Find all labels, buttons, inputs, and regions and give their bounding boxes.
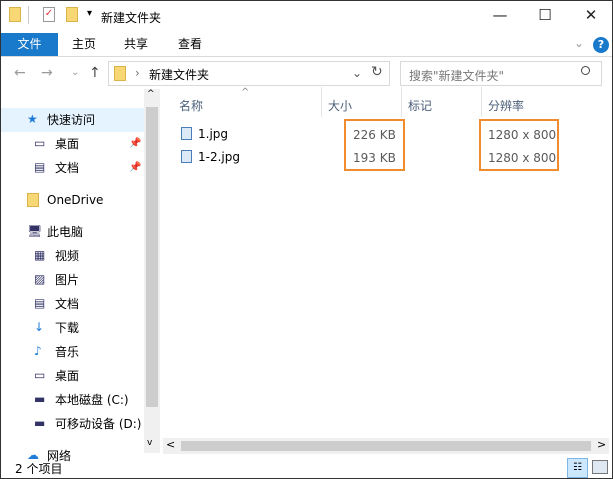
- document-icon: ▤: [34, 160, 46, 174]
- help-icon[interactable]: ?: [593, 37, 609, 53]
- folder-icon: [27, 193, 39, 207]
- tab-share[interactable]: 共享: [110, 33, 162, 56]
- back-button[interactable]: ←: [14, 65, 26, 81]
- maximize-button[interactable]: ☐: [522, 1, 568, 31]
- expand-ribbon-icon[interactable]: ⌄: [574, 36, 584, 50]
- up-button[interactable]: ↑: [89, 65, 101, 81]
- recent-locations-button[interactable]: ⌄: [71, 67, 79, 78]
- folder-icon: [9, 7, 21, 25]
- tab-view[interactable]: 查看: [164, 33, 216, 56]
- document-icon: ▤: [34, 296, 46, 310]
- window-title: 新建文件夹: [101, 11, 162, 25]
- video-icon: ▦: [34, 248, 46, 262]
- sidebar-item[interactable]: ▤ 文档 📌: [1, 156, 144, 180]
- image-file-icon: [181, 150, 192, 163]
- close-button[interactable]: ✕: [568, 1, 613, 31]
- scroll-down-icon[interactable]: v: [147, 438, 152, 448]
- picture-icon: ▨: [34, 272, 46, 286]
- file-name-cell: 1-2.jpg: [181, 150, 240, 164]
- scroll-right-icon[interactable]: >: [597, 438, 606, 451]
- tab-home[interactable]: 主页: [58, 33, 110, 56]
- sidebar-item-label: OneDrive: [47, 193, 104, 207]
- divider: [1, 56, 612, 57]
- details-view-button[interactable]: ☷: [567, 458, 588, 478]
- sidebar-item-label: 桌面: [55, 137, 80, 151]
- drive-icon: ▬: [34, 392, 46, 406]
- pin-icon[interactable]: 📌: [129, 156, 141, 180]
- item-count: 2 个项目: [15, 462, 63, 476]
- column-header-resolution[interactable]: 分辨率: [488, 97, 524, 114]
- drive-icon: ▬: [34, 416, 46, 430]
- sidebar-item-label: 可移动设备 (D:): [55, 417, 142, 431]
- divider: [28, 6, 29, 24]
- tab-file[interactable]: 文件: [1, 33, 58, 56]
- desktop-icon: ▭: [34, 136, 46, 150]
- sidebar-item[interactable]: ↓ 下载: [1, 316, 144, 340]
- search-input[interactable]: 搜索"新建文件夹": [400, 61, 602, 86]
- sidebar-item[interactable]: 🖥 此电脑: [1, 220, 144, 244]
- file-name-cell: 1.jpg: [181, 127, 228, 141]
- download-icon: ↓: [34, 320, 45, 334]
- sidebar-item-label: 快速访问: [47, 113, 96, 127]
- star-icon: ★: [27, 112, 38, 126]
- breadcrumb-item[interactable]: 新建文件夹: [149, 66, 209, 83]
- sidebar-item[interactable]: ▨ 图片: [1, 268, 144, 292]
- sidebar-item-label: 桌面: [55, 369, 80, 383]
- scrollbar-thumb[interactable]: [146, 107, 158, 407]
- address-dropdown[interactable]: ⌄: [352, 66, 362, 80]
- music-icon: ♪: [34, 344, 42, 358]
- sidebar-item[interactable]: ▭ 桌面 📌: [1, 132, 144, 156]
- highlight-box-resolution: [479, 119, 559, 171]
- column-header-name[interactable]: 名称: [179, 97, 203, 114]
- forward-button[interactable]: →: [41, 65, 53, 81]
- sidebar-item[interactable]: ▤ 文档: [1, 292, 144, 316]
- folder-icon: [114, 66, 126, 81]
- sidebar-item-label: 本地磁盘 (C:): [55, 393, 129, 407]
- nav-scrollbar[interactable]: ^ v: [144, 89, 160, 453]
- address-bar[interactable]: › 新建文件夹 ⌄ ↻: [108, 61, 390, 86]
- customize-toolbar-icon[interactable]: ▾: [87, 8, 92, 19]
- sidebar-item[interactable]: ▬ 可移动设备 (D:): [1, 412, 144, 436]
- breadcrumb-separator[interactable]: ›: [135, 66, 140, 80]
- refresh-button[interactable]: ↻: [371, 64, 383, 80]
- image-file-icon: [181, 127, 192, 140]
- divider: [401, 87, 402, 117]
- properties-icon[interactable]: ✓: [43, 7, 55, 22]
- column-header-tags[interactable]: 标记: [408, 97, 432, 114]
- sidebar-item-label: 图片: [55, 273, 80, 287]
- sidebar-item-label: 文档: [55, 297, 80, 311]
- search-icon[interactable]: [581, 66, 590, 75]
- scroll-up-icon[interactable]: ^: [147, 89, 155, 99]
- highlight-box-size: [344, 119, 405, 171]
- sidebar-item-label: 下载: [55, 321, 80, 335]
- sidebar-item[interactable]: OneDrive: [1, 188, 144, 212]
- desktop-icon: ▭: [34, 368, 46, 382]
- divider: [481, 87, 482, 117]
- sidebar-item-label: 视频: [55, 249, 80, 263]
- file-name: 1-2.jpg: [198, 150, 240, 164]
- large-icons-view-button[interactable]: [592, 460, 608, 474]
- divider: [321, 87, 322, 117]
- sidebar-item[interactable]: ★ 快速访问: [1, 108, 144, 132]
- minimize-button[interactable]: —: [477, 1, 523, 31]
- sidebar-item-label: 音乐: [55, 345, 80, 359]
- sidebar-item[interactable]: ▭ 桌面: [1, 364, 144, 388]
- new-folder-icon[interactable]: [66, 7, 78, 25]
- sidebar-item[interactable]: ♪ 音乐: [1, 340, 144, 364]
- column-header-size[interactable]: 大小: [328, 97, 352, 114]
- sidebar-item-label: 此电脑: [47, 225, 84, 239]
- sort-arrow-icon: ^: [241, 87, 250, 98]
- scrollbar-thumb[interactable]: [181, 441, 591, 451]
- sidebar-item[interactable]: ▦ 视频: [1, 244, 144, 268]
- file-name: 1.jpg: [198, 127, 229, 141]
- computer-icon: 🖥: [27, 224, 43, 238]
- scroll-left-icon[interactable]: <: [166, 438, 175, 451]
- pin-icon[interactable]: 📌: [129, 132, 141, 156]
- horizontal-scrollbar[interactable]: < >: [163, 438, 609, 454]
- sidebar-item[interactable]: ▬ 本地磁盘 (C:): [1, 388, 144, 412]
- sidebar-item-label: 文档: [55, 161, 80, 175]
